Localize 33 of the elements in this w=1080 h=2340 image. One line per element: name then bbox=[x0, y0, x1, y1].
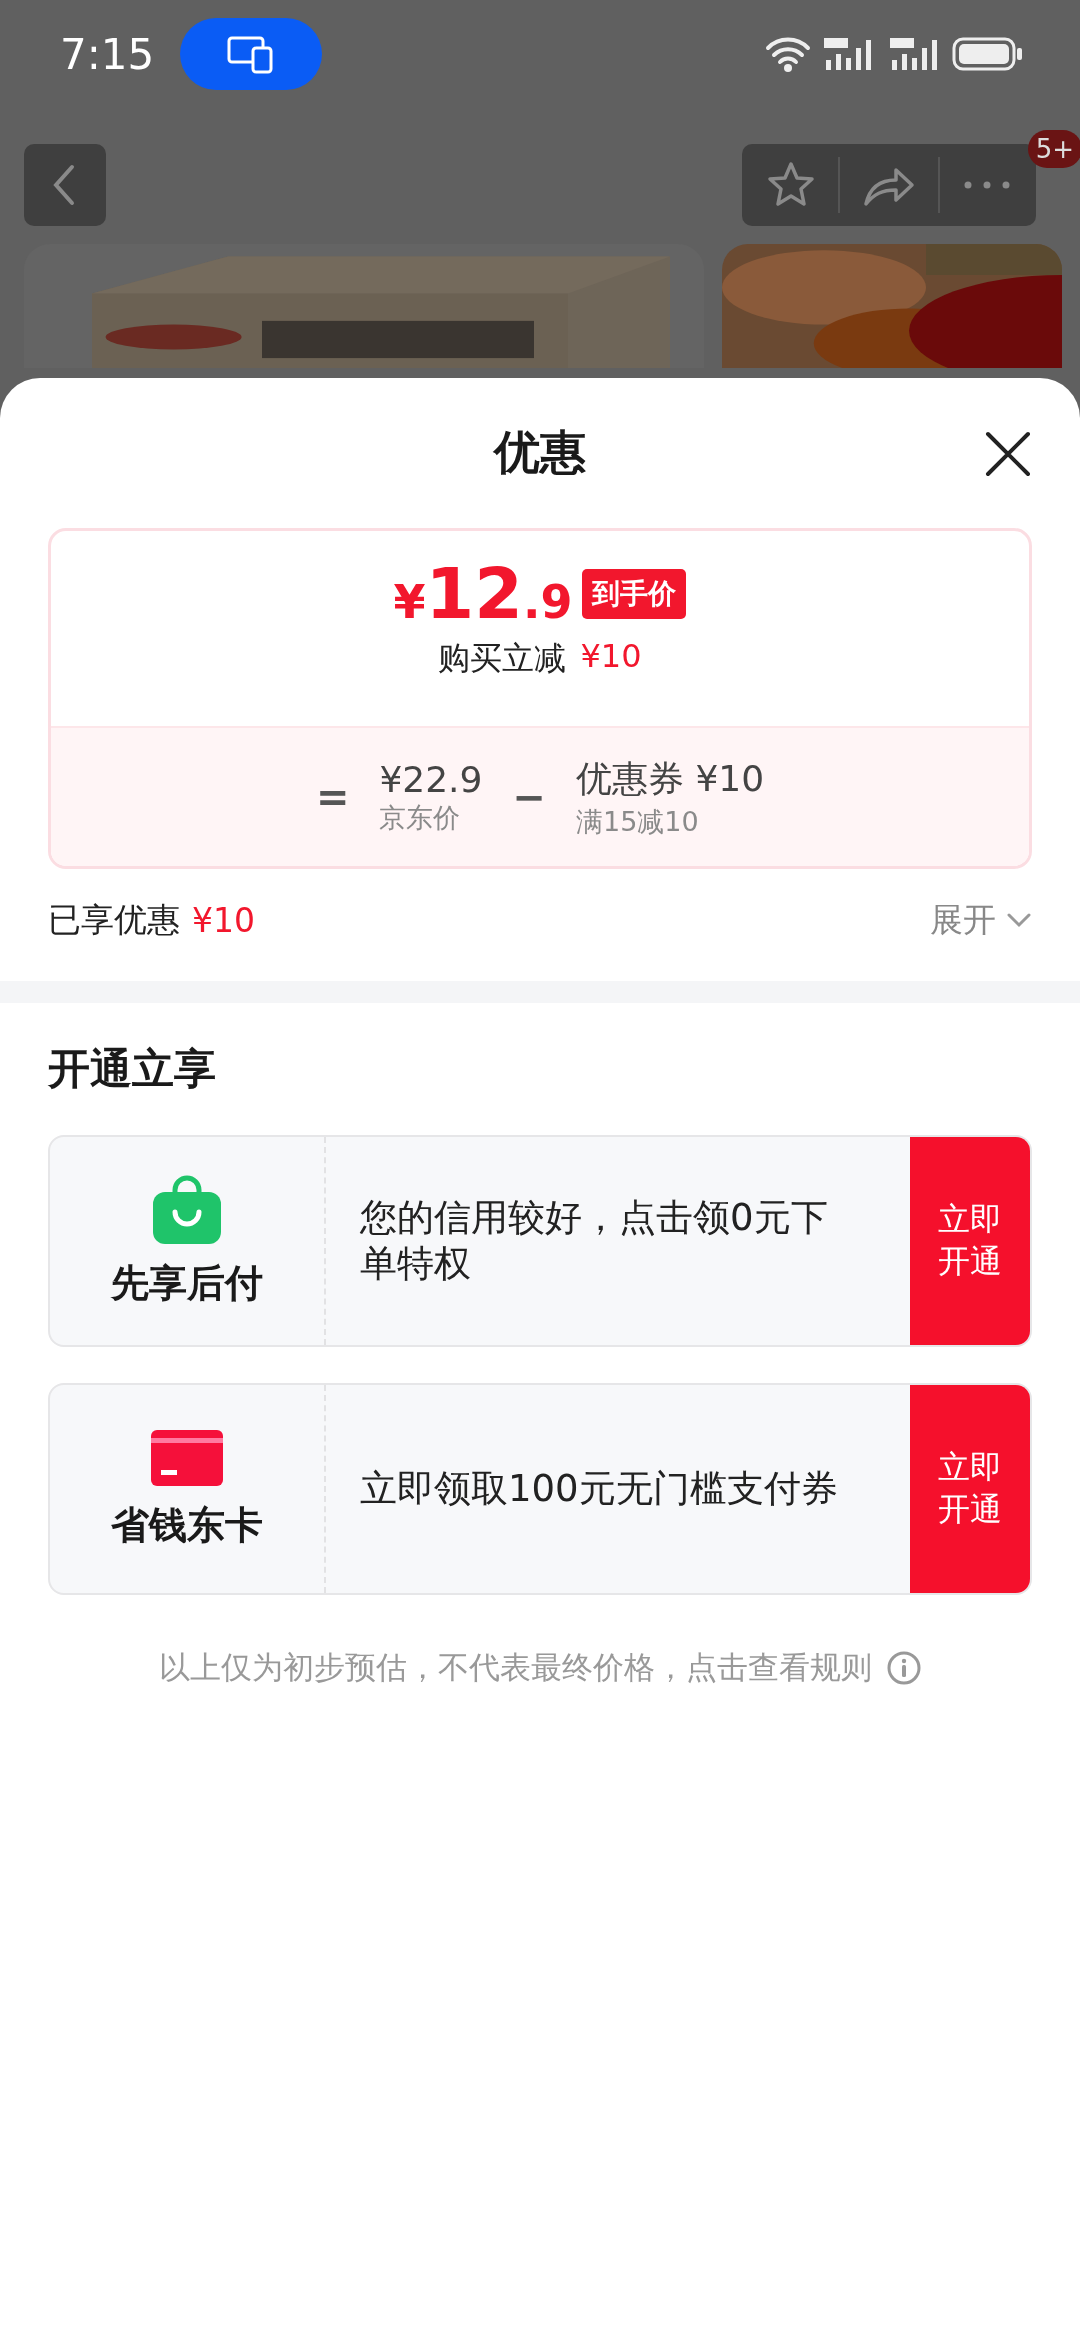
activate-button[interactable]: 立即开通 bbox=[910, 1137, 1030, 1345]
activate-button[interactable]: 立即开通 bbox=[910, 1385, 1030, 1593]
base-price-label: 京东价 bbox=[379, 800, 462, 835]
more-icon[interactable] bbox=[962, 180, 1012, 190]
shopping-bag-icon bbox=[151, 1173, 223, 1246]
expand-button[interactable]: 展开 bbox=[930, 897, 1032, 943]
coupon-amount: 优惠券 ¥10 bbox=[575, 756, 765, 801]
sheet-title: 优惠 bbox=[494, 424, 586, 481]
offer-name: 省钱东卡 bbox=[111, 1501, 263, 1549]
chevron-down-icon bbox=[1006, 912, 1032, 928]
back-button[interactable] bbox=[24, 144, 106, 226]
card-icon bbox=[151, 1427, 223, 1488]
battery-icon bbox=[952, 36, 1024, 72]
minus-sign: − bbox=[512, 774, 546, 820]
disclaimer-text[interactable]: 以上仅为初步预估，不代表最终价格，点击查看规则 bbox=[158, 1647, 872, 1689]
info-icon[interactable] bbox=[885, 1650, 922, 1686]
equals-sign: = bbox=[315, 774, 350, 820]
final-price: ¥12.9 bbox=[393, 559, 573, 629]
instant-discount-amount: ¥10 bbox=[580, 637, 642, 677]
instant-discount-label: 购买立减 bbox=[438, 638, 567, 679]
offer-description: 立即领取100元无门槛支付券 bbox=[359, 1465, 839, 1512]
notification-badge: 5+ bbox=[1027, 130, 1080, 168]
enjoyed-discount-amount: ¥10 bbox=[192, 900, 255, 940]
status-time: 7:15 bbox=[60, 29, 155, 79]
close-icon[interactable] bbox=[984, 430, 1032, 478]
section-title: 开通立享 bbox=[47, 1043, 217, 1095]
price-tag: 到手价 bbox=[582, 569, 687, 619]
base-price: ¥22.9 bbox=[379, 758, 483, 800]
offer-description: 您的信用较好，点击领0元下单特权 bbox=[359, 1194, 829, 1287]
coupon-rule: 满15减10 bbox=[575, 804, 700, 839]
offer-name: 先享后付 bbox=[111, 1259, 263, 1307]
wifi-icon bbox=[764, 36, 812, 72]
enjoyed-discount-label: 已享优惠 bbox=[48, 898, 180, 941]
